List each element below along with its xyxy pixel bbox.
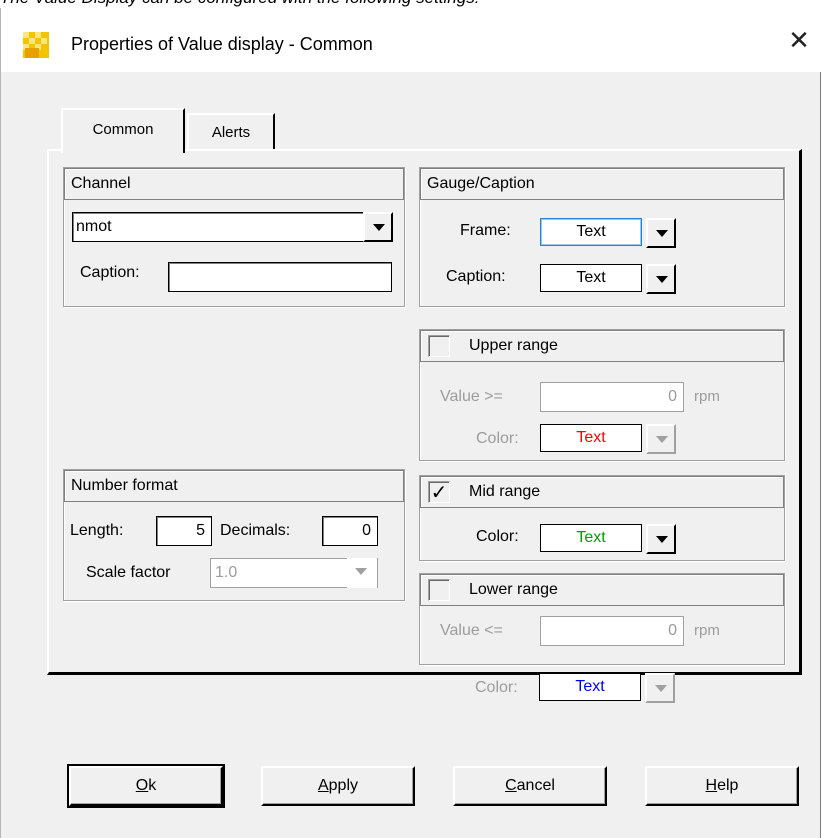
chevron-down-icon[interactable]	[645, 673, 675, 703]
scale-factor-label: Scale factor	[86, 564, 171, 581]
channel-caption-input[interactable]	[168, 262, 392, 292]
cancel-button[interactable]: Cancel	[453, 766, 607, 806]
chevron-down-icon[interactable]	[646, 424, 676, 454]
upper-value-label: Value >=	[440, 388, 503, 405]
decimals-input[interactable]: 0	[322, 516, 378, 546]
channel-select-value: nmot	[76, 218, 112, 235]
chevron-down-icon[interactable]	[646, 264, 676, 294]
number-format-header: Number format	[64, 470, 404, 502]
chevron-down-icon[interactable]	[347, 558, 377, 588]
upper-color-box[interactable]: Text	[540, 424, 642, 452]
apply-label: pply	[328, 777, 359, 794]
lower-unit: rpm	[694, 622, 720, 639]
close-icon[interactable]: ✕	[786, 26, 812, 56]
caption-color-box[interactable]: Text	[540, 264, 642, 292]
mid-color-label: Color:	[476, 528, 519, 545]
upper-value-input[interactable]: 0	[540, 382, 684, 412]
ok-mnemonic: O	[135, 777, 149, 794]
document-caption: The Value Display can be configured with…	[0, 0, 822, 8]
lower-range-checkbox[interactable]	[428, 579, 450, 601]
scale-factor-select[interactable]: 1.0	[210, 558, 378, 588]
tab-alerts[interactable]: Alerts	[187, 113, 275, 151]
lower-range-group: Lower range Value <= 0 rpm	[419, 573, 785, 665]
lower-value-input[interactable]: 0	[540, 616, 684, 646]
mid-color-box[interactable]: Text	[540, 524, 642, 552]
title-bar: Properties of Value display - Common ✕	[1, 8, 822, 72]
tab-panel-common: Channel nmot Caption: Gauge/Caption Fram…	[47, 149, 802, 703]
lower-range-header: Lower range	[420, 574, 784, 606]
document-caption-text: The Value Display can be configured with…	[0, 0, 479, 8]
upper-color-label: Color:	[476, 430, 519, 447]
properties-dialog: Properties of Value display - Common ✕ C…	[0, 8, 822, 838]
window-title: Properties of Value display - Common	[71, 34, 373, 54]
upper-unit: rpm	[694, 388, 720, 405]
decimals-label: Decimals:	[220, 522, 291, 539]
frame-label: Frame:	[460, 222, 511, 239]
channel-group: Channel nmot Caption:	[63, 167, 405, 307]
upper-range-header: Upper range	[420, 330, 784, 362]
frame-color-box[interactable]: Text	[540, 218, 642, 246]
scale-factor-value: 1.0	[215, 564, 238, 581]
lower-color-box[interactable]: Text	[539, 673, 641, 701]
gauge-caption-group: Gauge/Caption Frame: Text Caption: Text	[419, 167, 785, 307]
channel-header: Channel	[64, 168, 404, 200]
number-format-group: Number format Length: 5 Decimals: 0 Scal…	[63, 469, 405, 601]
lower-color-label: Color:	[475, 679, 518, 696]
app-icon	[23, 32, 49, 58]
caption-color-label: Caption:	[446, 268, 506, 285]
upper-range-group: Upper range Value >= 0 rpm Color: Text	[419, 329, 785, 461]
cancel-label: ancel	[516, 777, 555, 794]
apply-mnemonic: A	[317, 777, 329, 794]
length-input[interactable]: 5	[156, 516, 212, 546]
lower-value-label: Value <=	[440, 622, 503, 639]
channel-select[interactable]: nmot	[72, 212, 393, 242]
upper-range-checkbox[interactable]	[428, 335, 450, 357]
chevron-down-icon[interactable]	[646, 524, 676, 554]
help-button[interactable]: Help	[645, 766, 799, 806]
channel-caption-label: Caption:	[80, 264, 140, 281]
length-label: Length:	[70, 522, 124, 539]
chevron-down-icon[interactable]	[646, 218, 676, 248]
cancel-mnemonic: C	[505, 777, 517, 794]
mid-range-group: Mid range ✓ Color: Text	[419, 475, 785, 561]
mid-range-checkbox[interactable]: ✓	[428, 481, 450, 503]
chevron-down-icon[interactable]	[363, 212, 393, 242]
help-label: elp	[717, 777, 739, 794]
gauge-caption-header: Gauge/Caption	[420, 168, 784, 200]
ok-button[interactable]: Ok	[67, 764, 225, 808]
help-mnemonic: H	[705, 777, 718, 794]
ok-label: k	[148, 777, 157, 794]
apply-button[interactable]: Apply	[261, 766, 415, 806]
tab-common[interactable]: Common	[61, 108, 185, 153]
mid-range-header: Mid range	[420, 476, 784, 508]
